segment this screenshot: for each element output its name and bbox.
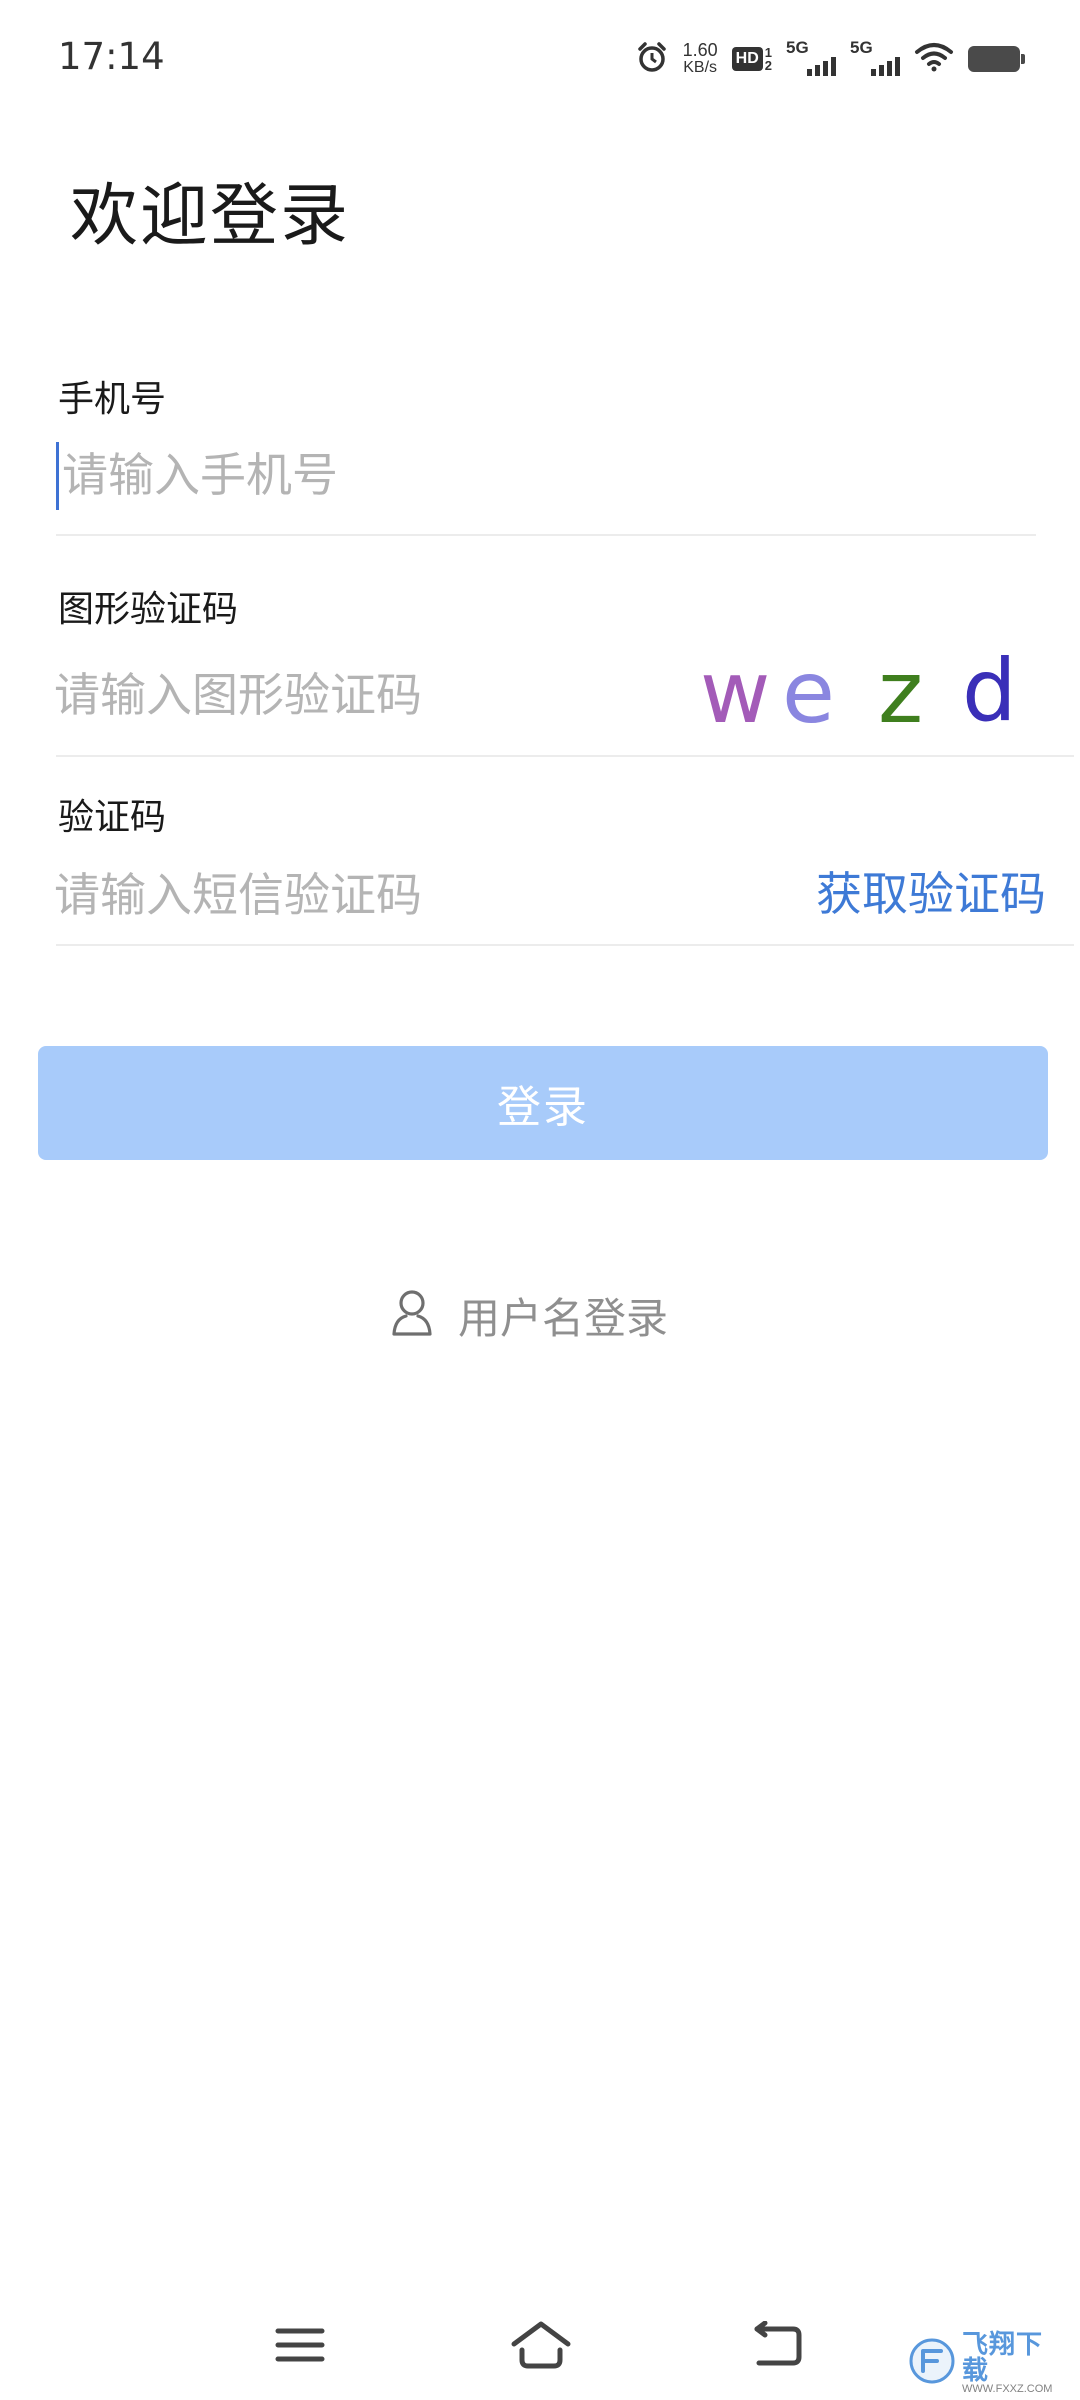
watermark-icon bbox=[908, 2337, 956, 2389]
page-title: 欢迎登录 bbox=[70, 177, 351, 256]
watermark-text: 飞翔下载 bbox=[962, 2329, 1044, 2386]
watermark-url: WWW.FXXZ.COM bbox=[962, 2382, 1053, 2395]
captcha-char: w bbox=[700, 643, 770, 740]
phone-input[interactable] bbox=[62, 440, 1012, 510]
network-speed: 1.60 KB/s bbox=[682, 40, 718, 76]
sim2-label: 5G bbox=[850, 38, 873, 57]
menu-icon[interactable] bbox=[255, 2310, 345, 2380]
username-login-label: 用户名登录 bbox=[458, 1293, 669, 1343]
back-icon[interactable] bbox=[732, 2310, 822, 2380]
home-icon[interactable] bbox=[496, 2310, 586, 2380]
status-icons: 1.60 KB/s HD 12 5G 5G bbox=[635, 34, 1025, 84]
hd-icon: HD 12 bbox=[731, 46, 772, 72]
network-speed-unit: KB/s bbox=[683, 59, 718, 76]
signal-icon: 5G bbox=[850, 38, 900, 80]
get-code-button[interactable]: 获取验证码 bbox=[816, 858, 1046, 924]
username-login-link[interactable]: 用户名登录 bbox=[390, 1280, 668, 1350]
user-icon bbox=[390, 1288, 434, 1342]
captcha-char: d bbox=[962, 641, 1017, 740]
network-speed-value: 1.60 bbox=[682, 40, 718, 60]
signal-icon: 5G bbox=[786, 38, 836, 80]
wifi-icon bbox=[914, 42, 954, 76]
divider bbox=[56, 944, 1074, 946]
captcha-label: 图形验证码 bbox=[58, 589, 239, 630]
captcha-char: z bbox=[878, 643, 923, 740]
captcha-input[interactable] bbox=[54, 660, 674, 730]
sim1-label: 5G bbox=[786, 38, 809, 57]
sms-code-input[interactable] bbox=[54, 860, 754, 930]
text-cursor bbox=[56, 442, 59, 510]
login-button[interactable]: 登录 bbox=[38, 1046, 1048, 1160]
alarm-icon bbox=[635, 40, 669, 78]
hd-label: HD bbox=[731, 47, 763, 71]
sms-code-label: 验证码 bbox=[58, 797, 167, 838]
divider bbox=[56, 755, 1074, 757]
divider bbox=[56, 534, 1036, 536]
phone-label: 手机号 bbox=[58, 379, 167, 420]
battery-icon bbox=[968, 46, 1025, 72]
captcha-image[interactable]: w e z d bbox=[700, 640, 1040, 743]
watermark-logo: 飞翔下载 WWW.FXXZ.COM bbox=[908, 2329, 1068, 2395]
status-time: 17:14 bbox=[58, 35, 165, 78]
captcha-char: e bbox=[782, 643, 835, 740]
